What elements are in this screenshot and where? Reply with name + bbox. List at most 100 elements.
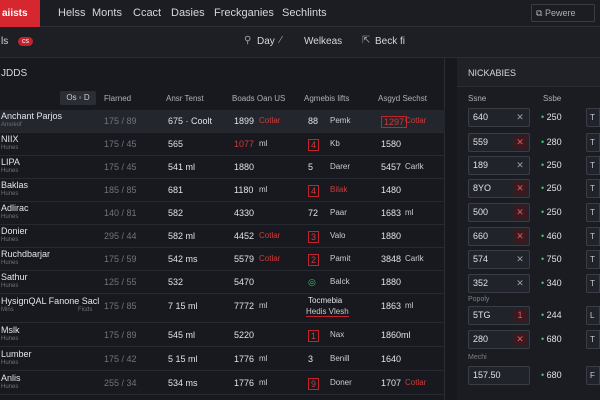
side-extra-field[interactable]: L: [586, 306, 600, 325]
nav-item-3[interactable]: Ccact: [133, 0, 161, 27]
lock-icon: ⚲: [244, 35, 252, 46]
nav-item-4[interactable]: Dasies: [171, 0, 205, 27]
side-panel-title: NICKABIES: [468, 68, 517, 78]
side-value: • 460: [541, 231, 562, 241]
cell-tenst: 681: [168, 185, 184, 195]
side-value-input[interactable]: 660 ✕: [468, 227, 530, 246]
side-extra-field[interactable]: T: [586, 330, 600, 349]
clear-icon[interactable]: ✕: [513, 230, 527, 243]
sub-bar: ls cs ⚲ Day ⁄ Welkeas ⇱ Beck fi: [0, 27, 600, 58]
side-extra-field[interactable]: F: [586, 366, 600, 385]
side-value-input[interactable]: 189 ✕: [468, 156, 530, 175]
cell-asgyd: 1480: [381, 185, 402, 195]
side-extra-field[interactable]: T: [586, 250, 600, 269]
clear-icon[interactable]: ✕: [513, 253, 527, 266]
column-header[interactable]: Agmebis lifts: [304, 94, 349, 103]
column-header[interactable]: Asgyd Sechst: [378, 94, 427, 103]
table-row[interactable]: Adlirac Hunes 140 / 81 582 4330 72 Paar 1683 ml: [0, 202, 445, 225]
side-value-input[interactable]: 559 ✕: [468, 133, 530, 152]
table-row[interactable]: NIIX Hunes 175 / 45 565 1077 ml 4 Kb 1580: [0, 133, 445, 156]
row-name: Anchant Parjos: [1, 111, 63, 121]
cell-flarned: 175 / 45: [104, 162, 137, 172]
nav-item-1[interactable]: Helss: [58, 0, 86, 27]
cell-boads-unit: ml: [259, 354, 268, 363]
cell-boads: 5220: [234, 330, 255, 340]
back-button[interactable]: Beck fi: [375, 36, 405, 47]
clear-icon[interactable]: ✕: [513, 159, 527, 172]
side-value: • 280: [541, 137, 562, 147]
row-subtitle: Mins: [1, 307, 14, 313]
table-row[interactable]: LIPA Hunes 175 / 45 541 ml 1880 5 Darer 5457 Car…: [0, 156, 445, 179]
nav-item-5[interactable]: Freckganies: [214, 0, 274, 27]
cell-tenst: 534 ms: [168, 378, 198, 388]
clear-icon[interactable]: ✕: [513, 182, 527, 195]
nav-item-6[interactable]: Sechlints: [282, 0, 327, 27]
row-name: Baklas: [1, 180, 29, 190]
app-logo[interactable]: aiists: [0, 0, 40, 27]
side-value-input[interactable]: 157.50: [468, 366, 530, 385]
input-value: 574: [473, 254, 489, 264]
cell-asgyd-label: Carlk: [405, 254, 424, 263]
cell-agmebis-label: Balck: [330, 277, 350, 286]
cell-tenst: 582 ml: [168, 231, 196, 241]
clear-icon[interactable]: ✕: [513, 111, 527, 124]
side-panel-header: NICKABIES: [457, 58, 600, 87]
preview-button[interactable]: ⧉ Pewere: [531, 4, 595, 22]
table-row[interactable]: Anlis Hunes 255 / 34 534 ms 1776 ml 9 Doner 1707…: [0, 372, 445, 395]
table-row[interactable]: Ruchdbarjar Hunes 175 / 59 542 ms 5579 Cotlar…: [0, 248, 445, 271]
cell-flarned: 295 / 44: [104, 231, 137, 241]
table-row[interactable]: Anchant Parjos Ansreof 175 / 89 675 · Coolt…: [0, 110, 445, 133]
nav-item-2[interactable]: Monts: [92, 0, 122, 27]
cell-boads: 4452: [234, 231, 255, 241]
column-header[interactable]: Boads Oan US: [232, 94, 285, 103]
day-selector[interactable]: Day: [257, 36, 275, 47]
side-value-input[interactable]: 640 ✕: [468, 108, 530, 127]
cell-agmebis: 4: [308, 139, 320, 151]
weeks-selector[interactable]: Welkeas: [304, 36, 342, 47]
edit-icon[interactable]: ⁄: [280, 35, 282, 46]
side-extra-field[interactable]: T: [586, 274, 600, 293]
clear-icon[interactable]: ✕: [513, 277, 527, 290]
clear-icon[interactable]: ✕: [513, 136, 527, 149]
table-row[interactable]: Baklas Hunes 185 / 85 681 1180 ml 4 Bilak 1480: [0, 179, 445, 202]
back-icon[interactable]: ⇱: [362, 35, 370, 46]
side-extra-field[interactable]: T: [586, 179, 600, 198]
side-extra-field[interactable]: T: [586, 133, 600, 152]
side-value-input[interactable]: 352 ✕: [468, 274, 530, 293]
table-row[interactable]: Donier Hunes 295 / 44 582 ml 4452 Cotlar 3 Valo…: [0, 225, 445, 248]
cell-asgyd: 1707: [381, 378, 402, 388]
cell-boads-unit: ml: [259, 378, 268, 387]
input-value: 189: [473, 160, 489, 170]
filter-chip[interactable]: Os ◦ D: [60, 91, 96, 105]
row-name: Sathur: [1, 272, 28, 282]
row-name: Mslk: [1, 325, 20, 335]
row-name: Adlirac: [1, 203, 29, 213]
column-header[interactable]: Ansr Tenst: [166, 94, 204, 103]
row-name: HysignQAL Fanone Sacl: [1, 296, 100, 306]
column-header[interactable]: Flarned: [104, 94, 131, 103]
cell-boads: 1880: [234, 162, 255, 172]
side-value: • 340: [541, 278, 562, 288]
cell-asgyd: 1880: [381, 231, 402, 241]
table-row[interactable]: Lumber Hunes 175 / 42 5 15 ml 1776 ml 3 Benill 1…: [0, 348, 445, 371]
side-extra-field[interactable]: T: [586, 227, 600, 246]
cell-asgyd: 1580: [381, 139, 402, 149]
row-subtitle: Hunes: [1, 214, 19, 220]
table-row[interactable]: Mslk Hunes 175 / 89 545 ml 5220 1 Nax 1860ml: [0, 324, 445, 347]
side-extra-field[interactable]: T: [586, 156, 600, 175]
table-row[interactable]: HysignQAL Fanone Sacl Mins Ficds 175 / 85 7 …: [0, 295, 445, 323]
side-extra-field[interactable]: T: [586, 203, 600, 222]
cell-agmebis: 4: [308, 185, 320, 197]
side-value-input[interactable]: 574 ✕: [468, 250, 530, 269]
side-value-input[interactable]: 500 ✕: [468, 203, 530, 222]
clear-icon[interactable]: ✕: [513, 206, 527, 219]
side-value-input[interactable]: 280 ✕: [468, 330, 530, 349]
clear-icon[interactable]: ✕: [513, 333, 527, 346]
cell-agmebis-label: Benill: [330, 354, 350, 363]
table-row[interactable]: Sathur Hunes 125 / 55 532 5470 ◎ Balck 1880: [0, 271, 445, 294]
side-value: • 250: [541, 112, 562, 122]
clear-icon[interactable]: 1: [513, 309, 527, 322]
side-value-input[interactable]: 5TG 1: [468, 306, 530, 325]
side-extra-field[interactable]: T: [586, 108, 600, 127]
side-value-input[interactable]: 8YO ✕: [468, 179, 530, 198]
